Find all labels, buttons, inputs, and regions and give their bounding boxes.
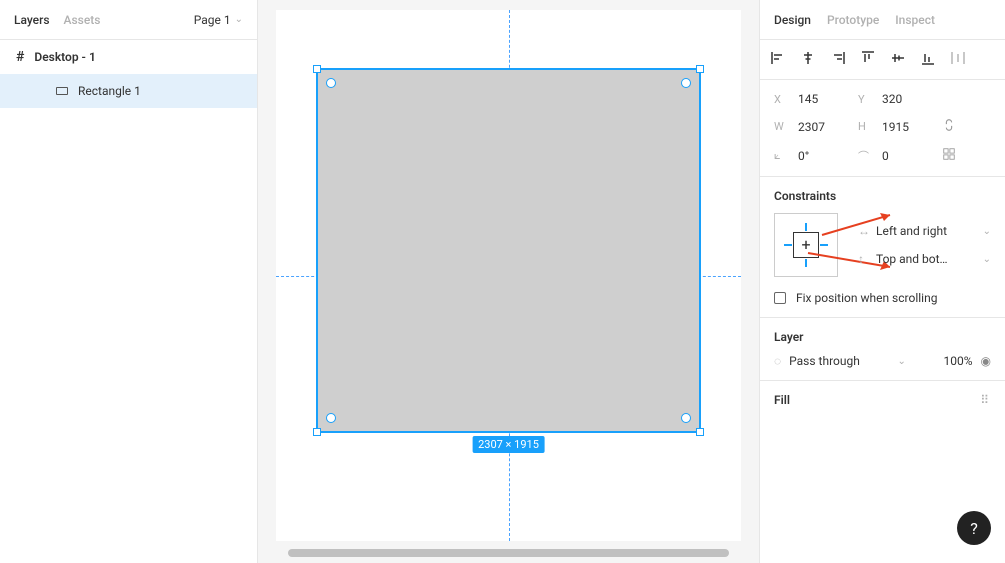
tab-inspect[interactable]: Inspect [895, 13, 935, 27]
transform-section: X 145 Y 320 W 2307 H 1915 ⟀ 0° ⌒ 0 [760, 80, 1005, 177]
layer-title: Layer [774, 330, 991, 344]
page-selector[interactable]: Page 1 ⌄ [194, 13, 243, 27]
align-right-icon[interactable] [830, 50, 846, 69]
constraint-vertical-value: Top and bot… [876, 252, 948, 266]
style-icon[interactable]: ⠿ [980, 393, 991, 407]
help-button[interactable]: ? [957, 511, 991, 545]
canvas[interactable]: 2307 × 1915 [258, 0, 759, 563]
radius-handle-ne[interactable] [681, 78, 691, 88]
constraints-title: Constraints [774, 189, 991, 203]
rotation-icon: ⟀ [774, 149, 788, 163]
constraint-horizontal-value: Left and right [876, 224, 947, 238]
visibility-icon[interactable]: ◉ [981, 354, 991, 368]
radius-handle-nw[interactable] [326, 78, 336, 88]
align-left-icon[interactable] [770, 50, 786, 69]
left-panel-header: Layers Assets Page 1 ⌄ [0, 0, 257, 40]
artboard: 2307 × 1915 [276, 10, 741, 541]
fix-position-label: Fix position when scrolling [796, 291, 937, 305]
constraints-widget[interactable]: + [774, 213, 838, 277]
x-input[interactable]: 145 [798, 92, 848, 106]
constraint-horizontal-select[interactable]: ↔ Left and right ⌄ [858, 224, 991, 238]
fill-section: Fill ⠿ [760, 381, 1005, 419]
align-vcenter-icon[interactable] [890, 50, 906, 69]
radius-input[interactable]: 0 [882, 149, 932, 163]
tab-layers[interactable]: Layers [14, 13, 50, 27]
corner-radius-icon: ⌒ [858, 148, 872, 164]
radius-handle-sw[interactable] [326, 413, 336, 423]
align-bottom-icon[interactable] [920, 50, 936, 69]
w-input[interactable]: 2307 [798, 120, 848, 134]
layer-section: Layer ◌ Pass through ⌄ 100% ◉ [760, 318, 1005, 381]
h-label: H [858, 120, 872, 133]
rectangle-icon [56, 87, 68, 95]
blend-droplet-icon: ◌ [774, 354, 781, 368]
tab-prototype[interactable]: Prototype [827, 13, 879, 27]
chevron-down-icon: ⌄ [235, 14, 243, 25]
layer-row-selected[interactable]: Rectangle 1 [0, 74, 257, 108]
right-panel-tabs: Design Prototype Inspect [760, 0, 1005, 40]
properties-panel: Design Prototype Inspect X 145 Y 320 W 2… [759, 0, 1005, 563]
constrain-proportions-icon[interactable] [942, 118, 958, 135]
align-hcenter-icon[interactable] [800, 50, 816, 69]
tab-design[interactable]: Design [774, 13, 811, 27]
resize-handle-ne[interactable] [696, 65, 704, 73]
y-label: Y [858, 93, 872, 106]
layer-row-frame[interactable]: Desktop - 1 [0, 40, 257, 74]
frame-label: Desktop - 1 [34, 50, 95, 64]
constraint-vertical-select[interactable]: ↕ Top and bot… ⌄ [858, 252, 991, 266]
layers-panel: Layers Assets Page 1 ⌄ Desktop - 1 Recta… [0, 0, 258, 563]
chevron-down-icon: ⌄ [983, 254, 991, 265]
fix-position-checkbox[interactable] [774, 292, 786, 304]
layer-label: Rectangle 1 [78, 84, 141, 98]
resize-handle-se[interactable] [696, 428, 704, 436]
constraint-h-icon: ↔ [858, 224, 870, 238]
page-selector-label: Page 1 [194, 13, 231, 27]
align-top-icon[interactable] [860, 50, 876, 69]
y-input[interactable]: 320 [882, 92, 932, 106]
opacity-input[interactable]: 100% [943, 354, 972, 368]
selection-dimensions-label: 2307 × 1915 [472, 436, 545, 453]
rotation-input[interactable]: 0° [798, 149, 848, 163]
tab-assets[interactable]: Assets [64, 13, 101, 27]
constraint-v-icon: ↕ [858, 252, 870, 266]
x-label: X [774, 93, 788, 106]
blend-mode-select[interactable]: Pass through [789, 354, 860, 368]
distribute-icon[interactable] [950, 50, 966, 69]
resize-handle-nw[interactable] [313, 65, 321, 73]
fill-title: Fill [774, 393, 790, 407]
selected-rectangle[interactable]: 2307 × 1915 [316, 68, 701, 433]
h-input[interactable]: 1915 [882, 120, 932, 134]
horizontal-scrollbar[interactable] [288, 549, 729, 557]
radius-handle-se[interactable] [681, 413, 691, 423]
alignment-toolbar [760, 40, 1005, 80]
frame-icon [16, 49, 24, 65]
constraints-section: Constraints + ↔ Left and right ⌄ ↕ [760, 177, 1005, 318]
chevron-down-icon: ⌄ [897, 356, 905, 367]
independent-corners-icon[interactable] [942, 147, 958, 164]
w-label: W [774, 120, 788, 133]
resize-handle-sw[interactable] [313, 428, 321, 436]
chevron-down-icon: ⌄ [983, 226, 991, 237]
